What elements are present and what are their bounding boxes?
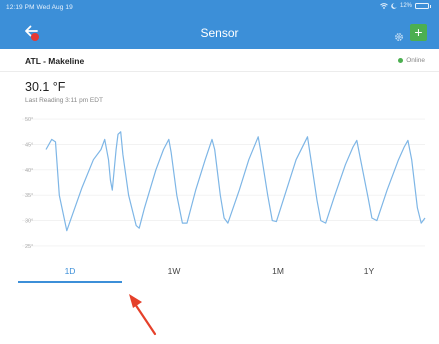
temperature-chart: 50° 45° 40° 35° 30° 25° xyxy=(22,117,426,250)
status-indicator: Online xyxy=(398,57,425,64)
tab-1y[interactable]: 1Y xyxy=(330,260,408,284)
settings-button[interactable] xyxy=(394,29,404,41)
y-tick-label: 40° xyxy=(25,168,33,174)
status-time: 12:19 PM Wed Aug 19 xyxy=(6,4,73,11)
battery-percent: 12% xyxy=(399,3,412,9)
page-title: Sensor xyxy=(200,26,239,40)
y-tick-label: 50° xyxy=(25,117,33,123)
series-line-0 xyxy=(45,131,426,232)
online-dot-icon xyxy=(398,58,404,63)
battery-icon xyxy=(415,3,431,9)
current-reading: 30.1 °F xyxy=(25,80,66,94)
tab-1m[interactable]: 1M xyxy=(226,260,330,284)
last-reading-time: Last Reading 3:11 pm EDT xyxy=(25,97,103,104)
y-tick-label: 30° xyxy=(25,219,33,225)
status-indicators: 12% xyxy=(380,3,431,9)
location-name: ATL - Makeline xyxy=(25,56,85,66)
tab-1w[interactable]: 1W xyxy=(122,260,226,284)
y-tick-label: 45° xyxy=(25,142,33,148)
app-header: 12:19 PM Wed Aug 19 12% Sensor + xyxy=(0,0,439,49)
y-tick-label: 35° xyxy=(25,193,33,199)
location-row: ATL - Makeline Online xyxy=(0,49,439,72)
wifi-icon xyxy=(380,3,388,9)
gear-icon xyxy=(395,33,403,41)
annotation-arrow-icon xyxy=(129,294,157,336)
active-tab-indicator xyxy=(18,281,122,283)
add-button[interactable]: + xyxy=(410,24,427,41)
moon-icon xyxy=(391,3,397,9)
status-label: Online xyxy=(406,57,425,64)
y-tick-label: 25° xyxy=(25,244,33,250)
